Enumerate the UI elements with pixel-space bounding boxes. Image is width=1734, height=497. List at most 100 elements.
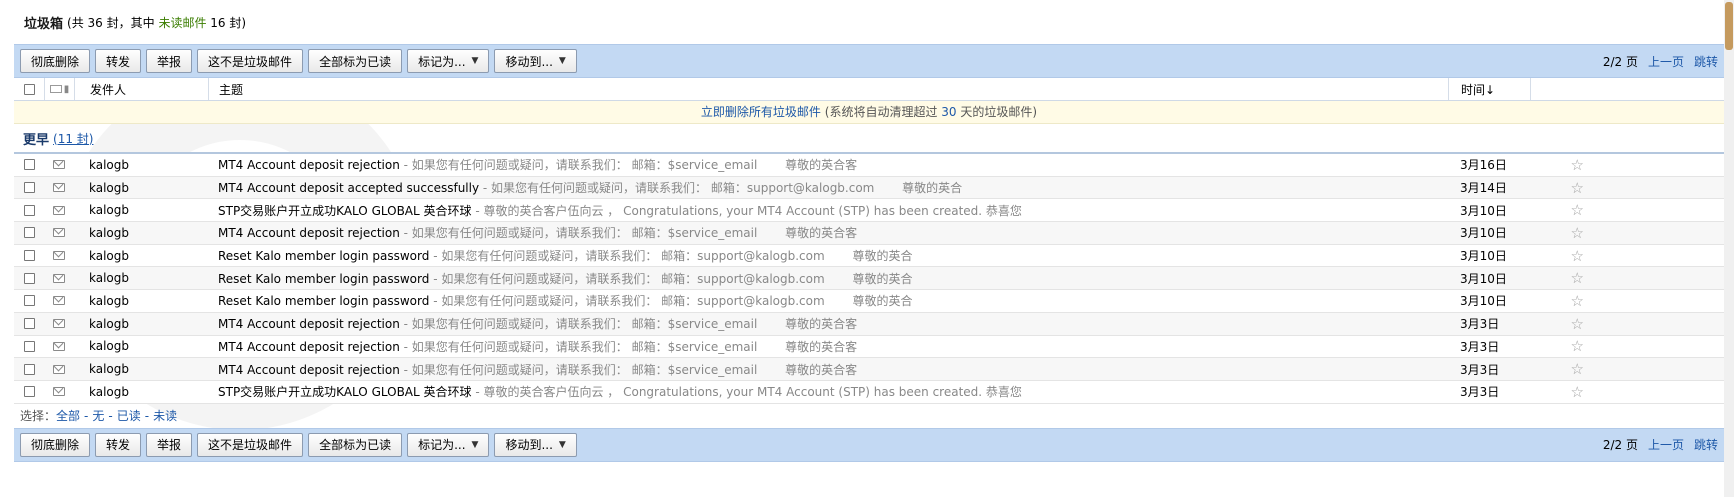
email-subject[interactable]: STP交易账户开立成功KALO GLOBAL 英合环球	[218, 204, 472, 218]
email-subject-cell[interactable]: MT4 Account deposit rejection - 如果您有任何问题…	[208, 156, 1448, 173]
star-icon[interactable]: ☆	[1530, 337, 1590, 355]
row-checkbox[interactable]	[23, 272, 35, 284]
email-subject[interactable]: MT4 Account deposit rejection	[218, 226, 400, 240]
email-subject-cell[interactable]: STP交易账户开立成功KALO GLOBAL 英合环球 - 尊敬的英合客户伍向云…	[208, 202, 1448, 219]
report-button[interactable]: 举报	[146, 432, 193, 457]
email-row[interactable]: kalogb STP交易账户开立成功KALO GLOBAL 英合环球 - 尊敬的英…	[14, 380, 1724, 404]
email-subject-cell[interactable]: Reset Kalo member login password - 如果您有任…	[208, 247, 1448, 264]
forward-button[interactable]: 转发	[95, 432, 142, 457]
prev-page-link[interactable]: 上一页	[1648, 436, 1684, 453]
email-subject-cell[interactable]: Reset Kalo member login password - 如果您有任…	[208, 292, 1448, 309]
star-icon[interactable]: ☆	[1530, 247, 1590, 265]
email-subject-cell[interactable]: MT4 Account deposit rejection - 如果您有任何问题…	[208, 361, 1448, 378]
email-subject[interactable]: STP交易账户开立成功KALO GLOBAL 英合环球	[218, 385, 472, 399]
email-subject[interactable]: MT4 Account deposit rejection	[218, 363, 400, 377]
email-row[interactable]: kalogb MT4 Account deposit rejection - 如果…	[14, 222, 1724, 245]
email-sender[interactable]: kalogb	[74, 203, 208, 217]
email-subject[interactable]: MT4 Account deposit rejection	[218, 317, 400, 331]
not-spam-button[interactable]: 这不是垃圾邮件	[197, 432, 304, 457]
email-sender[interactable]: kalogb	[74, 249, 208, 263]
email-row[interactable]: kalogb Reset Kalo member login password -…	[14, 290, 1724, 313]
email-subject-cell[interactable]: MT4 Account deposit accepted successfull…	[208, 179, 1448, 196]
star-icon[interactable]: ☆	[1530, 156, 1590, 174]
email-subject-cell[interactable]: MT4 Account deposit rejection - 如果您有任何问题…	[208, 224, 1448, 241]
star-icon[interactable]: ☆	[1530, 179, 1590, 197]
row-checkbox[interactable]	[23, 318, 35, 330]
star-icon[interactable]: ☆	[1530, 315, 1590, 333]
prev-page-link[interactable]: 上一页	[1648, 53, 1684, 70]
envelope-icon	[53, 205, 65, 215]
email-subject[interactable]: MT4 Account deposit rejection	[218, 158, 400, 172]
email-row[interactable]: kalogb Reset Kalo member login password -…	[14, 244, 1724, 268]
email-sender[interactable]: kalogb	[74, 339, 208, 353]
jump-page-link[interactable]: 跳转	[1694, 53, 1718, 70]
select-unread-link[interactable]: 未读	[153, 407, 177, 424]
email-sender[interactable]: kalogb	[74, 385, 208, 399]
delete-permanently-button[interactable]: 彻底删除	[20, 432, 91, 457]
email-sender[interactable]: kalogb	[74, 226, 208, 240]
mark-as-dropdown[interactable]: 标记为... ▼	[407, 432, 490, 457]
star-icon[interactable]: ☆	[1530, 224, 1590, 242]
group-count-link[interactable]: (11 封)	[53, 130, 93, 147]
header-icons-cell: ▮	[44, 78, 74, 100]
email-row[interactable]: kalogb MT4 Account deposit rejection - 如果…	[14, 358, 1724, 381]
star-icon[interactable]: ☆	[1530, 383, 1590, 401]
row-checkbox[interactable]	[23, 227, 35, 239]
select-none-link[interactable]: 无	[92, 407, 104, 424]
email-subject[interactable]: MT4 Account deposit rejection	[218, 340, 400, 354]
row-checkbox[interactable]	[23, 363, 35, 375]
subject-column-header[interactable]: 主题	[208, 78, 1448, 100]
email-sender[interactable]: kalogb	[74, 317, 208, 331]
row-checkbox[interactable]	[23, 386, 35, 398]
email-subject-cell[interactable]: Reset Kalo member login password - 如果您有任…	[208, 270, 1448, 287]
email-row[interactable]: kalogb MT4 Account deposit rejection - 如果…	[14, 335, 1724, 359]
email-sender[interactable]: kalogb	[74, 271, 208, 285]
report-button[interactable]: 举报	[146, 49, 193, 73]
email-row[interactable]: kalogb MT4 Account deposit accepted succe…	[14, 176, 1724, 200]
email-subject-cell[interactable]: STP交易账户开立成功KALO GLOBAL 英合环球 - 尊敬的英合客户伍向云…	[208, 383, 1448, 400]
time-column-header[interactable]: 时间↓	[1448, 78, 1530, 100]
move-to-dropdown[interactable]: 移动到... ▼	[494, 49, 577, 73]
mark-as-dropdown[interactable]: 标记为... ▼	[407, 49, 490, 73]
forward-button[interactable]: 转发	[95, 49, 142, 73]
row-checkbox[interactable]	[23, 250, 35, 262]
email-subject[interactable]: MT4 Account deposit accepted successfull…	[218, 181, 479, 195]
unread-mail-link[interactable]: 未读邮件	[158, 16, 206, 30]
row-checkbox[interactable]	[23, 159, 35, 171]
email-row[interactable]: kalogb MT4 Account deposit rejection - 如果…	[14, 312, 1724, 336]
star-icon[interactable]: ☆	[1530, 360, 1590, 378]
star-icon[interactable]: ☆	[1530, 292, 1590, 310]
delete-all-spam-link[interactable]: 立即删除所有垃圾邮件	[701, 105, 821, 119]
select-all-checkbox[interactable]	[23, 83, 35, 95]
star-icon[interactable]: ☆	[1530, 201, 1590, 219]
email-sender[interactable]: kalogb	[74, 181, 208, 195]
delete-permanently-button[interactable]: 彻底删除	[20, 49, 91, 73]
star-icon[interactable]: ☆	[1530, 269, 1590, 287]
email-subject-cell[interactable]: MT4 Account deposit rejection - 如果您有任何问题…	[208, 315, 1448, 332]
row-checkbox[interactable]	[23, 204, 35, 216]
email-sender[interactable]: kalogb	[74, 294, 208, 308]
email-subject[interactable]: Reset Kalo member login password	[218, 249, 429, 263]
email-row[interactable]: kalogb MT4 Account deposit rejection - 如果…	[14, 154, 1724, 177]
select-all-link[interactable]: 全部	[56, 407, 80, 424]
row-checkbox[interactable]	[23, 182, 35, 194]
mark-all-read-button[interactable]: 全部标为已读	[308, 49, 403, 73]
row-checkbox[interactable]	[23, 340, 35, 352]
scrollbar-thumb[interactable]	[1725, 2, 1733, 50]
email-row[interactable]: kalogb STP交易账户开立成功KALO GLOBAL 英合环球 - 尊敬的英…	[14, 199, 1724, 223]
star-column-header	[1530, 78, 1590, 100]
sender-column-header[interactable]: 发件人	[74, 78, 208, 100]
jump-page-link[interactable]: 跳转	[1694, 436, 1718, 453]
mark-all-read-button[interactable]: 全部标为已读	[308, 432, 403, 457]
move-to-dropdown[interactable]: 移动到... ▼	[494, 432, 577, 457]
email-sender[interactable]: kalogb	[74, 362, 208, 376]
email-row[interactable]: kalogb Reset Kalo member login password -…	[14, 267, 1724, 291]
email-subject-cell[interactable]: MT4 Account deposit rejection - 如果您有任何问题…	[208, 338, 1448, 355]
vertical-scrollbar[interactable]	[1724, 0, 1734, 497]
email-subject[interactable]: Reset Kalo member login password	[218, 294, 429, 308]
row-checkbox[interactable]	[23, 295, 35, 307]
select-read-link[interactable]: 已读	[117, 407, 141, 424]
email-subject[interactable]: Reset Kalo member login password	[218, 272, 429, 286]
not-spam-button[interactable]: 这不是垃圾邮件	[197, 49, 304, 73]
email-sender[interactable]: kalogb	[74, 158, 208, 172]
